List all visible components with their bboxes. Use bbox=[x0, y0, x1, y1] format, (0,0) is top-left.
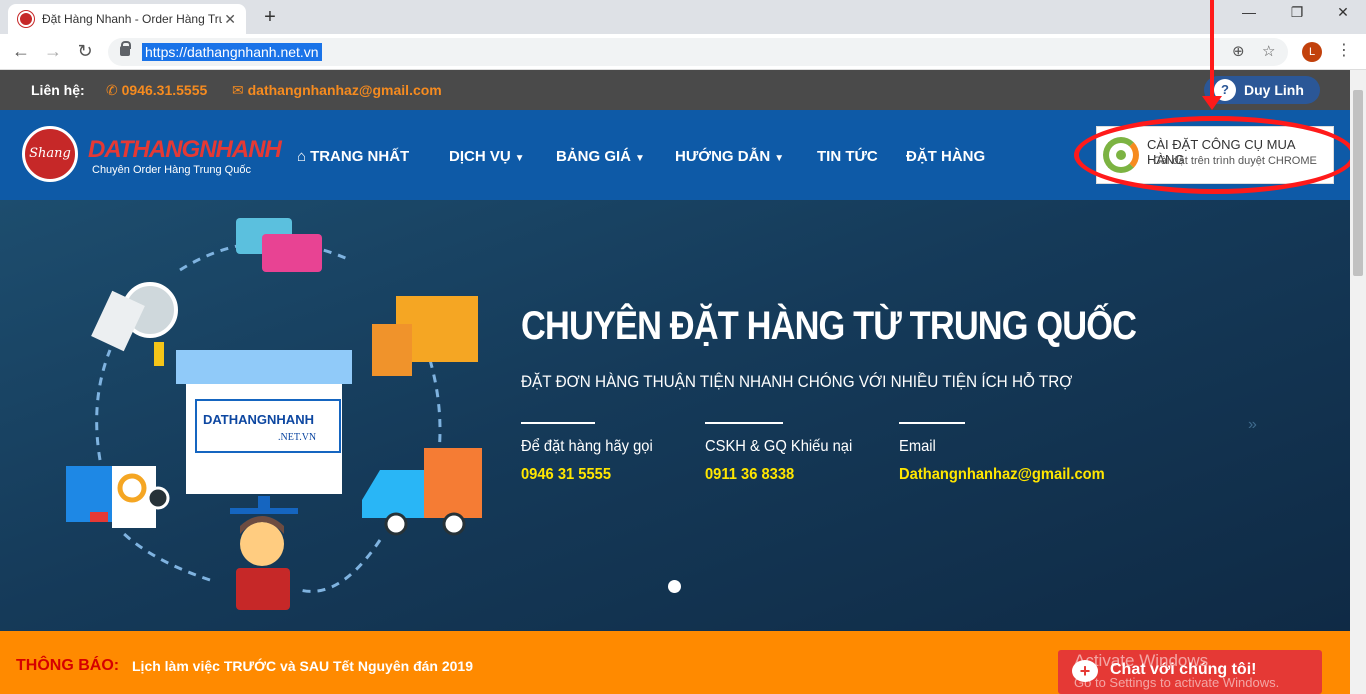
nav-item-guide[interactable]: HƯỚNG DẪN ▼ bbox=[675, 148, 784, 165]
tab-close-icon[interactable]: ✕ bbox=[224, 11, 236, 28]
hero-column-label: Email bbox=[899, 438, 936, 455]
bookmark-star-icon[interactable]: ☆ bbox=[1262, 42, 1275, 60]
hero-column-divider bbox=[899, 422, 965, 424]
store-domain-text: .NET.VN bbox=[278, 432, 316, 443]
nav-item-services[interactable]: DỊCH VỤ ▼ bbox=[449, 148, 525, 165]
hero-subtitle: ĐẶT ĐƠN HÀNG THUẬN TIỆN NHANH CHÓNG VỚI … bbox=[521, 372, 1073, 391]
package-box-icon bbox=[372, 296, 478, 376]
lock-icon bbox=[120, 41, 131, 56]
contact-bar: Liên hệ: ✆ 0946.31.5555 ✉ dathangnhanhaz… bbox=[0, 70, 1350, 110]
address-bar[interactable]: https://dathangnhanh.net.vn ⊕ ☆ bbox=[108, 38, 1288, 66]
notice-link[interactable]: Lịch làm việc TRƯỚC và SAU Tết Nguyên đá… bbox=[132, 658, 473, 674]
back-arrow-icon[interactable]: ← bbox=[10, 41, 32, 62]
brand-tagline: Chuyên Order Hàng Trung Quốc bbox=[92, 164, 251, 176]
window-minimize-button[interactable]: — bbox=[1226, 4, 1272, 20]
browser-menu-icon[interactable]: ⋮ bbox=[1336, 40, 1352, 60]
phone-icon: ✆ bbox=[106, 82, 122, 98]
contact-phone-text: 0946.31.5555 bbox=[121, 82, 208, 98]
notice-label: THÔNG BÁO: bbox=[16, 657, 120, 674]
reload-icon[interactable]: ↻ bbox=[74, 41, 96, 62]
chevron-right-icon[interactable]: » bbox=[1248, 416, 1257, 434]
nav-item-order[interactable]: ĐẶT HÀNG bbox=[906, 148, 985, 165]
document-settings-icon bbox=[66, 466, 170, 528]
annotation-arrow-head-icon bbox=[1202, 96, 1222, 110]
envelope-icon: ✉ bbox=[232, 82, 248, 98]
window-restore-button[interactable]: ❐ bbox=[1274, 4, 1320, 21]
annotation-highlight-ring bbox=[1074, 116, 1350, 194]
hero-column-divider bbox=[521, 422, 595, 424]
contact-email[interactable]: ✉ dathangnhanhaz@gmail.com bbox=[232, 82, 442, 99]
nav-item-pricing[interactable]: BẢNG GIÁ ▼ bbox=[556, 148, 645, 165]
forward-arrow-icon[interactable]: → bbox=[42, 41, 64, 62]
annotation-arrow-line bbox=[1210, 0, 1214, 102]
window-close-button[interactable]: ✕ bbox=[1320, 4, 1366, 21]
hero-banner: DATHANGNHANH .NET.VN CHUYÊN ĐẶT HÀNG TỪ … bbox=[0, 200, 1350, 631]
customer-person-icon bbox=[236, 516, 290, 610]
caret-down-icon: ▼ bbox=[635, 153, 645, 164]
browser-tab-active[interactable]: Đặt Hàng Nhanh - Order Hàng Trung Quốc ✕ bbox=[8, 4, 246, 34]
site-logo-icon[interactable]: Shang bbox=[22, 126, 78, 182]
credit-card-icon bbox=[236, 218, 322, 272]
nav-item-news-label: TIN TỨC bbox=[817, 148, 878, 165]
profile-avatar[interactable]: L bbox=[1302, 42, 1322, 62]
caret-down-icon: ▼ bbox=[514, 153, 525, 164]
hero-column-value[interactable]: 0946 31 5555 bbox=[521, 466, 611, 484]
browser-tab-bar: Đặt Hàng Nhanh - Order Hàng Trung Quốc ✕… bbox=[0, 0, 1366, 34]
user-name: Duy Linh bbox=[1244, 82, 1304, 98]
nav-item-guide-label: HƯỚNG DẪN bbox=[675, 148, 771, 165]
brand-name[interactable]: DATHANGNHANH bbox=[88, 136, 282, 164]
notice-bar: THÔNG BÁO: Lịch làm việc TRƯỚC và SAU Tế… bbox=[0, 631, 1350, 694]
store-sign-text: DATHANGNHANH bbox=[203, 412, 314, 427]
home-icon: ⌂ bbox=[297, 148, 307, 165]
hero-title: CHUYÊN ĐẶT HÀNG TỪ TRUNG QUỐC bbox=[521, 304, 1137, 348]
scrollbar-thumb[interactable] bbox=[1353, 90, 1363, 276]
hero-column-value[interactable]: 0911 36 8338 bbox=[705, 466, 794, 484]
nav-item-pricing-label: BẢNG GIÁ bbox=[556, 148, 631, 165]
caret-down-icon: ▼ bbox=[774, 153, 785, 164]
nav-item-services-label: DỊCH VỤ bbox=[449, 148, 511, 165]
hero-column-label: Để đặt hàng hãy gọi bbox=[521, 438, 653, 455]
nav-item-order-label: ĐẶT HÀNG bbox=[906, 148, 986, 165]
nav-item-news[interactable]: TIN TỨC bbox=[817, 148, 878, 165]
slider-dot[interactable] bbox=[668, 580, 681, 593]
windows-activation-watermark: Activate Windows bbox=[1074, 651, 1209, 670]
contact-label: Liên hệ: bbox=[31, 82, 85, 98]
hero-column-value[interactable]: Dathangnhanhaz@gmail.com bbox=[899, 466, 1105, 484]
url-text[interactable]: https://dathangnhanh.net.vn bbox=[142, 43, 322, 61]
main-navbar: Shang DATHANGNHANH Chuyên Order Hàng Tru… bbox=[0, 110, 1350, 200]
magnifier-icon bbox=[91, 282, 178, 366]
tab-title: Đặt Hàng Nhanh - Order Hàng Trung Quốc bbox=[42, 12, 222, 26]
hero-column-divider bbox=[705, 422, 783, 424]
nav-item-home-label: TRANG NHẤT bbox=[310, 148, 410, 165]
delivery-truck-icon bbox=[362, 448, 482, 536]
new-tab-button[interactable]: + bbox=[258, 6, 282, 29]
hero-illustration: DATHANGNHANH .NET.VN bbox=[66, 218, 482, 610]
nav-item-home[interactable]: ⌂ TRANG NHẤT bbox=[297, 148, 409, 165]
zoom-icon[interactable]: ⊕ bbox=[1232, 42, 1245, 60]
storefront-icon bbox=[176, 350, 352, 514]
windows-activation-watermark-sub: Go to Settings to activate Windows. bbox=[1074, 675, 1280, 690]
page-scrollbar[interactable] bbox=[1350, 70, 1366, 694]
web-page: Liên hệ: ✆ 0946.31.5555 ✉ dathangnhanhaz… bbox=[0, 70, 1350, 694]
hero-column-label: CSKH & GQ Khiếu nại bbox=[705, 438, 853, 455]
contact-phone[interactable]: ✆ 0946.31.5555 bbox=[106, 82, 207, 99]
contact-email-text: dathangnhanhaz@gmail.com bbox=[247, 82, 442, 98]
browser-toolbar: ← → ↻ https://dathangnhanh.net.vn ⊕ ☆ L … bbox=[0, 34, 1366, 70]
site-favicon-icon bbox=[18, 11, 34, 27]
